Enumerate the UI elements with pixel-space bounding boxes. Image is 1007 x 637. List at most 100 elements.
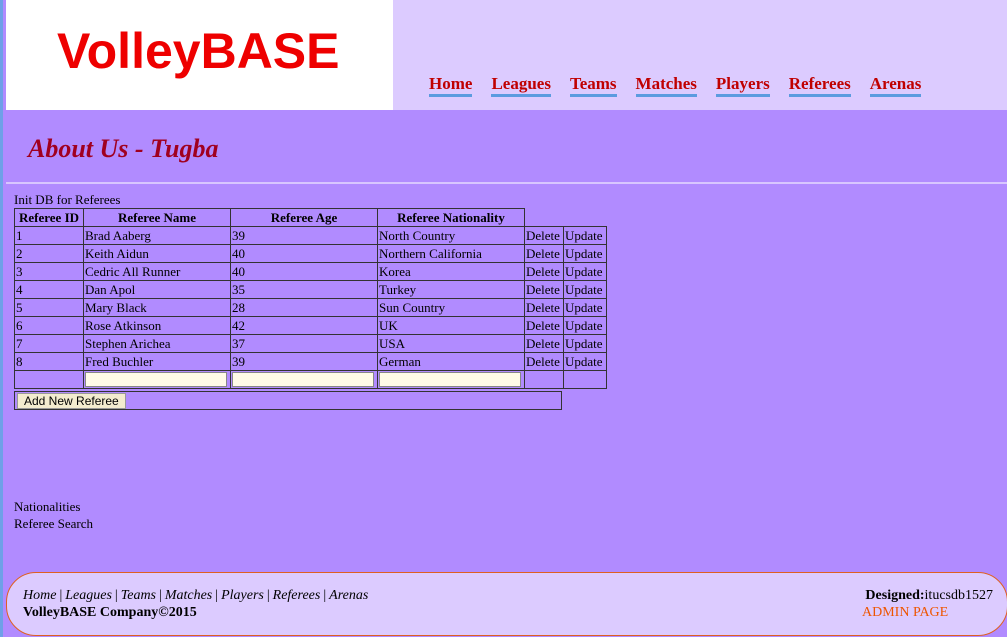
new-referee-row [14, 370, 607, 389]
cell-age: 28 [230, 298, 378, 317]
update-link[interactable]: Update [563, 316, 607, 335]
cell-age: 39 [230, 352, 378, 371]
update-link[interactable]: Update [563, 262, 607, 281]
update-link[interactable]: Update [563, 352, 607, 371]
cell-age: 42 [230, 316, 378, 335]
cell-nationality: Sun Country [377, 298, 525, 317]
update-link[interactable]: Update [563, 334, 607, 353]
new-name-input[interactable] [85, 372, 227, 387]
delete-link[interactable]: Delete [524, 316, 564, 335]
nav-home[interactable]: Home [429, 74, 473, 97]
delete-link[interactable]: Delete [524, 244, 564, 263]
cell-nationality: North Country [377, 226, 525, 245]
designed-by: Designed:itucsdb1527 [865, 588, 993, 604]
new-nationality-input[interactable] [379, 372, 521, 387]
nav-referees[interactable]: Referees [788, 74, 851, 97]
divider [6, 182, 1007, 184]
footer: Home | Leagues | Teams | Matches | Players | Refer… [6, 572, 1007, 636]
table-row: 6 Rose Atkinson 42 UK Delete Update [14, 316, 607, 335]
logo[interactable]: VolleyBASE [57, 26, 340, 76]
footer-link-teams[interactable]: Teams [121, 588, 156, 603]
new-age-input[interactable] [232, 372, 374, 387]
delete-link[interactable]: Delete [524, 280, 564, 299]
footer-link-players[interactable]: Players [221, 588, 264, 603]
delete-link[interactable]: Delete [524, 334, 564, 353]
nav-matches[interactable]: Matches [635, 74, 697, 97]
footer-separator: | [323, 588, 327, 603]
delete-link[interactable]: Delete [524, 262, 564, 281]
cell-nationality: USA [377, 334, 525, 353]
page: VolleyBASE Home Leagues Teams Matches Pl… [0, 0, 1007, 637]
update-link[interactable]: Update [563, 244, 607, 263]
cell-name: Cedric All Runner [83, 262, 231, 281]
cell-name: Stephen Arichea [83, 334, 231, 353]
copyright: VolleyBASE Company©2015 [23, 605, 197, 620]
footer-separator: | [266, 588, 270, 603]
delete-link[interactable]: Delete [524, 352, 564, 371]
table-row: 8 Fred Buchler 39 German Delete Update [14, 352, 607, 371]
empty-delete-cell [524, 370, 564, 389]
cell-id: 5 [14, 298, 84, 317]
new-age-cell [230, 370, 378, 389]
new-name-cell [83, 370, 231, 389]
table-row: 2 Keith Aidun 40 Northern California Delete U… [14, 244, 607, 263]
cell-age: 37 [230, 334, 378, 353]
cell-name: Rose Atkinson [83, 316, 231, 335]
nav-arenas[interactable]: Arenas [869, 74, 922, 97]
cell-id: 8 [14, 352, 84, 371]
update-link[interactable]: Update [563, 226, 607, 245]
cell-nationality: German [377, 352, 525, 371]
table-row: 4 Dan Apol 35 Turkey Delete Update [14, 280, 607, 299]
table-row: 3 Cedric All Runner 40 Korea Delete Update [14, 262, 607, 281]
header: VolleyBASE Home Leagues Teams Matches Pl… [6, 0, 1007, 110]
col-header-name: Referee Name [83, 208, 231, 227]
init-db-link[interactable]: Init DB for Referees [14, 192, 121, 208]
cell-id: 2 [14, 244, 84, 263]
footer-link-home[interactable]: Home [23, 588, 56, 603]
cell-id: 1 [14, 226, 84, 245]
cell-id: 3 [14, 262, 84, 281]
page-title: About Us - Tugba [28, 134, 219, 163]
table-header-row: Referee ID Referee Name Referee Age Refe… [14, 208, 607, 227]
table-body: 1 Brad Aaberg 39 North Country Delete Update 2… [14, 226, 607, 389]
new-nationality-cell [377, 370, 525, 389]
footer-nav: Home | Leagues | Teams | Matches | Players | Refer… [23, 588, 368, 604]
footer-separator: | [114, 588, 118, 603]
cell-nationality: Korea [377, 262, 525, 281]
add-referee-form: Add New Referee [14, 391, 562, 410]
cell-name: Fred Buchler [83, 352, 231, 371]
designed-label: Designed: [865, 588, 925, 603]
cell-age: 40 [230, 262, 378, 281]
cell-name: Keith Aidun [83, 244, 231, 263]
cell-name: Brad Aaberg [83, 226, 231, 245]
cell-name: Dan Apol [83, 280, 231, 299]
nav-players[interactable]: Players [715, 74, 770, 97]
footer-link-matches[interactable]: Matches [165, 588, 212, 603]
cell-age: 40 [230, 244, 378, 263]
cell-age: 35 [230, 280, 378, 299]
cell-name: Mary Black [83, 298, 231, 317]
footer-separator: | [59, 588, 63, 603]
add-referee-button[interactable]: Add New Referee [17, 393, 126, 409]
delete-link[interactable]: Delete [524, 298, 564, 317]
cell-id: 6 [14, 316, 84, 335]
referee-search-link[interactable]: Referee Search [14, 516, 93, 532]
table-row: 1 Brad Aaberg 39 North Country Delete Update [14, 226, 607, 245]
delete-link[interactable]: Delete [524, 226, 564, 245]
empty-update-cell [563, 370, 607, 389]
col-header-id: Referee ID [14, 208, 84, 227]
footer-link-leagues[interactable]: Leagues [65, 588, 112, 603]
footer-link-referees[interactable]: Referees [273, 588, 321, 603]
update-link[interactable]: Update [563, 280, 607, 299]
cell-nationality: Turkey [377, 280, 525, 299]
col-header-age: Referee Age [230, 208, 378, 227]
footer-link-arenas[interactable]: Arenas [329, 588, 368, 603]
nav-leagues[interactable]: Leagues [491, 74, 551, 97]
footer-separator: | [159, 588, 162, 603]
update-link[interactable]: Update [563, 298, 607, 317]
table-row: 7 Stephen Arichea 37 USA Delete Update [14, 334, 607, 353]
cell-nationality: Northern California [377, 244, 525, 263]
nationalities-link[interactable]: Nationalities [14, 499, 80, 515]
nav-teams[interactable]: Teams [569, 74, 617, 97]
admin-page-link[interactable]: ADMIN PAGE [862, 605, 948, 621]
